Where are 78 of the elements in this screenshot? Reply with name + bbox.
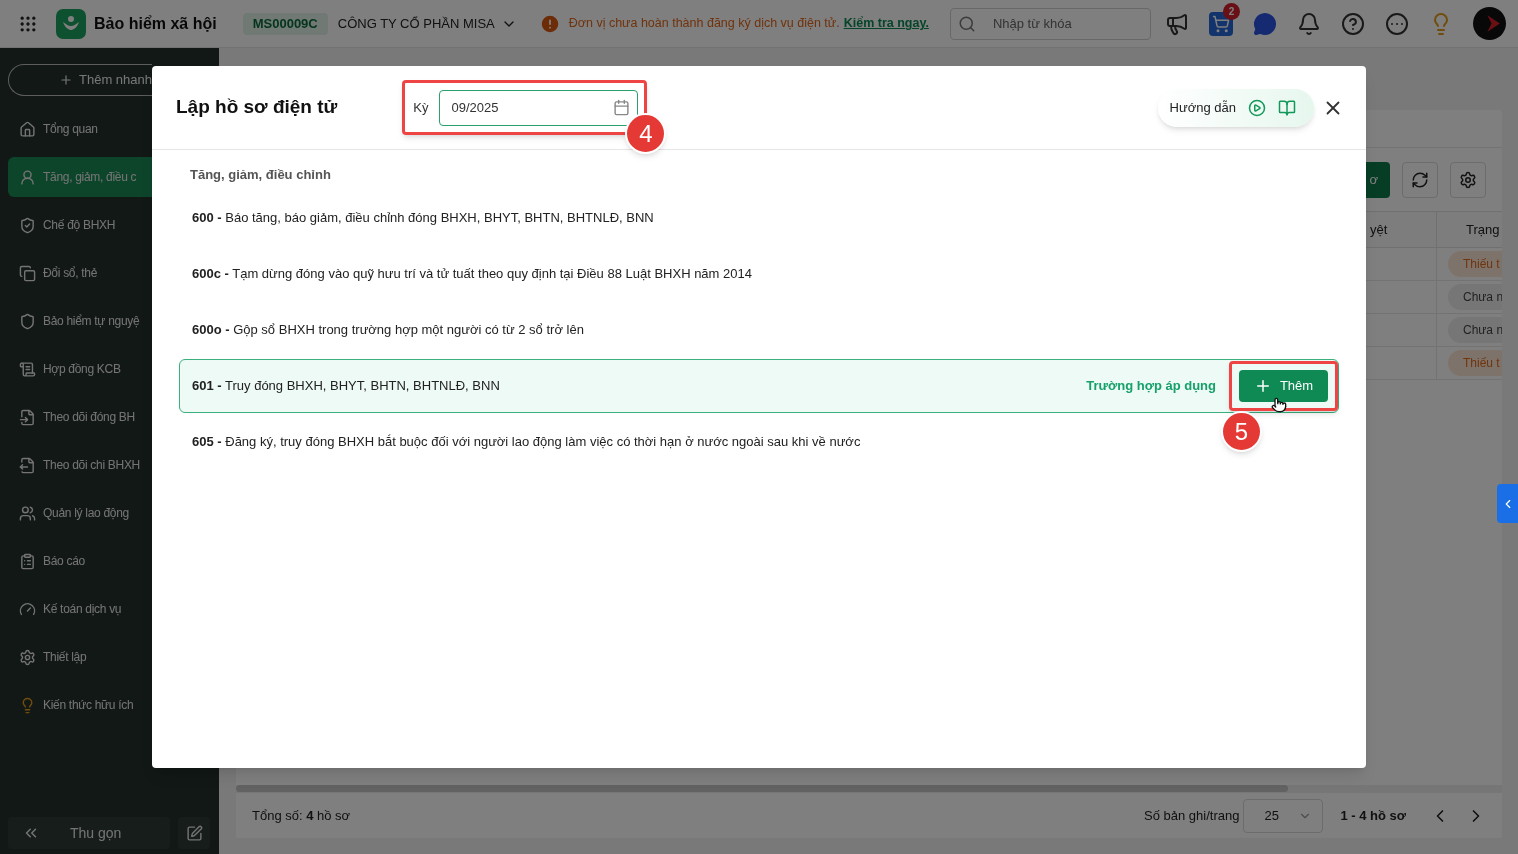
sidebar-item[interactable]: Hợp đồng KCB: [8, 349, 152, 389]
callout-badge: 5: [1221, 411, 1262, 452]
shield-icon: [19, 312, 36, 330]
sidebar-item[interactable]: Kế toán dịch vụ: [8, 589, 152, 629]
clipboard-icon: [19, 552, 36, 570]
megaphone-icon[interactable]: [1164, 11, 1189, 36]
calendar-icon: [612, 98, 630, 116]
settings-icon: [19, 648, 36, 666]
refresh-button[interactable]: [1402, 161, 1438, 198]
more-icon[interactable]: [1384, 11, 1409, 36]
warning-icon: [538, 12, 561, 35]
sidebar-item[interactable]: Theo dõi đóng BH: [8, 397, 152, 437]
notice-text: Đơn vị chưa hoàn thành đăng ký dịch vụ điện tử.: [568, 15, 840, 33]
period-label: Kỳ: [413, 98, 429, 117]
refresh-icon: [1411, 170, 1429, 189]
cart-badge: 2: [1222, 2, 1240, 20]
sidebar-item[interactable]: Tăng, giảm, điều c: [8, 157, 152, 197]
file-output-icon: [19, 456, 36, 474]
sidebar-item[interactable]: Bảo hiểm tự nguyệ: [8, 301, 152, 341]
shield-check-icon: [19, 216, 36, 234]
form-row[interactable]: 600o - Gộp sổ BHXH trong trường hợp một người có từ 2 sổ trở lên: [192, 320, 584, 340]
search-icon: [957, 14, 976, 33]
book-icon: [1278, 98, 1296, 117]
company-selector[interactable]: CÔNG TY CỔ PHẦN MISA: [337, 13, 517, 34]
callout-badge: 4: [625, 113, 667, 154]
edit-icon: [185, 824, 203, 842]
sidebar-item[interactable]: Báo cáo: [8, 541, 152, 581]
section-label: Tăng, giảm, điều chỉnh: [189, 167, 332, 183]
form-row[interactable]: 605 - Đăng ký, truy đóng BHXH bắt buộc đối với người lao động làm việc có thời hạn ở nước ngoài sau khi về nước: [192, 432, 861, 452]
scroll-icon: [19, 360, 36, 378]
sidebar-item[interactable]: Đổi sổ, thẻ: [8, 253, 152, 293]
edit-button[interactable]: [178, 817, 210, 849]
page-size-select[interactable]: 25: [1243, 798, 1324, 833]
add-button[interactable]: Thêm: [1239, 370, 1328, 402]
page-range: 1 - 4 hồ sơ: [1340, 806, 1406, 825]
sidebar-item[interactable]: Thiết lập: [8, 637, 152, 677]
period-field[interactable]: 09/2025: [438, 89, 638, 126]
settings-icon: [1459, 170, 1477, 189]
chat-icon[interactable]: [1252, 11, 1277, 36]
status-tag: Thiếu t: [1448, 350, 1502, 376]
status-tag: Chưa n: [1448, 284, 1502, 310]
avatar-icon[interactable]: [1472, 7, 1506, 40]
play-icon: [1248, 98, 1266, 117]
column-header: Trạng: [1466, 220, 1500, 239]
copy-icon: [19, 264, 36, 282]
file-input-icon: [19, 408, 36, 426]
bell-icon[interactable]: [1296, 11, 1321, 36]
sidebar-item[interactable]: Tổng quan: [8, 109, 152, 149]
dialog-title: Lập hồ sơ điện tử: [176, 95, 338, 120]
status-tag: Thiếu t: [1448, 251, 1502, 277]
company-code-tag: MS00009C: [242, 12, 328, 35]
guide-pill[interactable]: Hướng dẫn: [1157, 88, 1314, 127]
sidebar-item[interactable]: Kiến thức hữu ích: [8, 685, 152, 725]
form-description: 601 - Truy đóng BHXH, BHYT, BHTN, BHTNLĐ, BNN: [192, 377, 500, 396]
form-row[interactable]: 600 - Báo tăng, báo giảm, điều chỉnh đóng BHXH, BHYT, BHTN, BHTNLĐ, BNN: [192, 208, 654, 228]
app-title: Bảo hiểm xã hội: [94, 13, 217, 34]
settings-button[interactable]: [1450, 161, 1486, 198]
collapse-button[interactable]: Thu gọn: [8, 817, 170, 849]
page-size-label: Số bản ghi/trang: [1144, 806, 1240, 825]
form-row[interactable]: 601 - Truy đóng BHXH, BHYT, BHTN, BHTNLĐ, BNN Trường hợp áp dụng Thêm: [179, 359, 1339, 413]
people-icon: [19, 504, 36, 522]
logo-icon: [56, 8, 86, 39]
search-field[interactable]: Nhập từ khóa: [949, 7, 1151, 40]
form-row[interactable]: 600c - Tạm dừng đóng vào quỹ hưu trí và tử tuất theo quy định tại Điều 88 Luật BHXH năm 2014: [192, 264, 752, 284]
sidebar-item[interactable]: Chế độ BHXH: [8, 205, 152, 245]
applicable-cases-link[interactable]: Trường hợp áp dụng: [1086, 376, 1216, 396]
gauge-icon: [19, 600, 36, 618]
hand-cursor-icon: [1271, 396, 1287, 414]
sidebar-item[interactable]: Theo dõi chi BHXH: [8, 445, 152, 485]
total-count: Tổng số: 4 hồ sơ: [252, 806, 351, 825]
column-header: yệt: [1370, 220, 1388, 239]
plus-icon: [59, 72, 73, 88]
person-icon: [19, 168, 36, 186]
home-icon: [19, 120, 36, 138]
check-now-link[interactable]: Kiểm tra ngay.: [843, 14, 929, 33]
status-tag: Chưa n: [1448, 317, 1502, 343]
help-icon[interactable]: [1340, 11, 1365, 36]
sidebar-item[interactable]: Quản lý lao động: [8, 493, 152, 533]
